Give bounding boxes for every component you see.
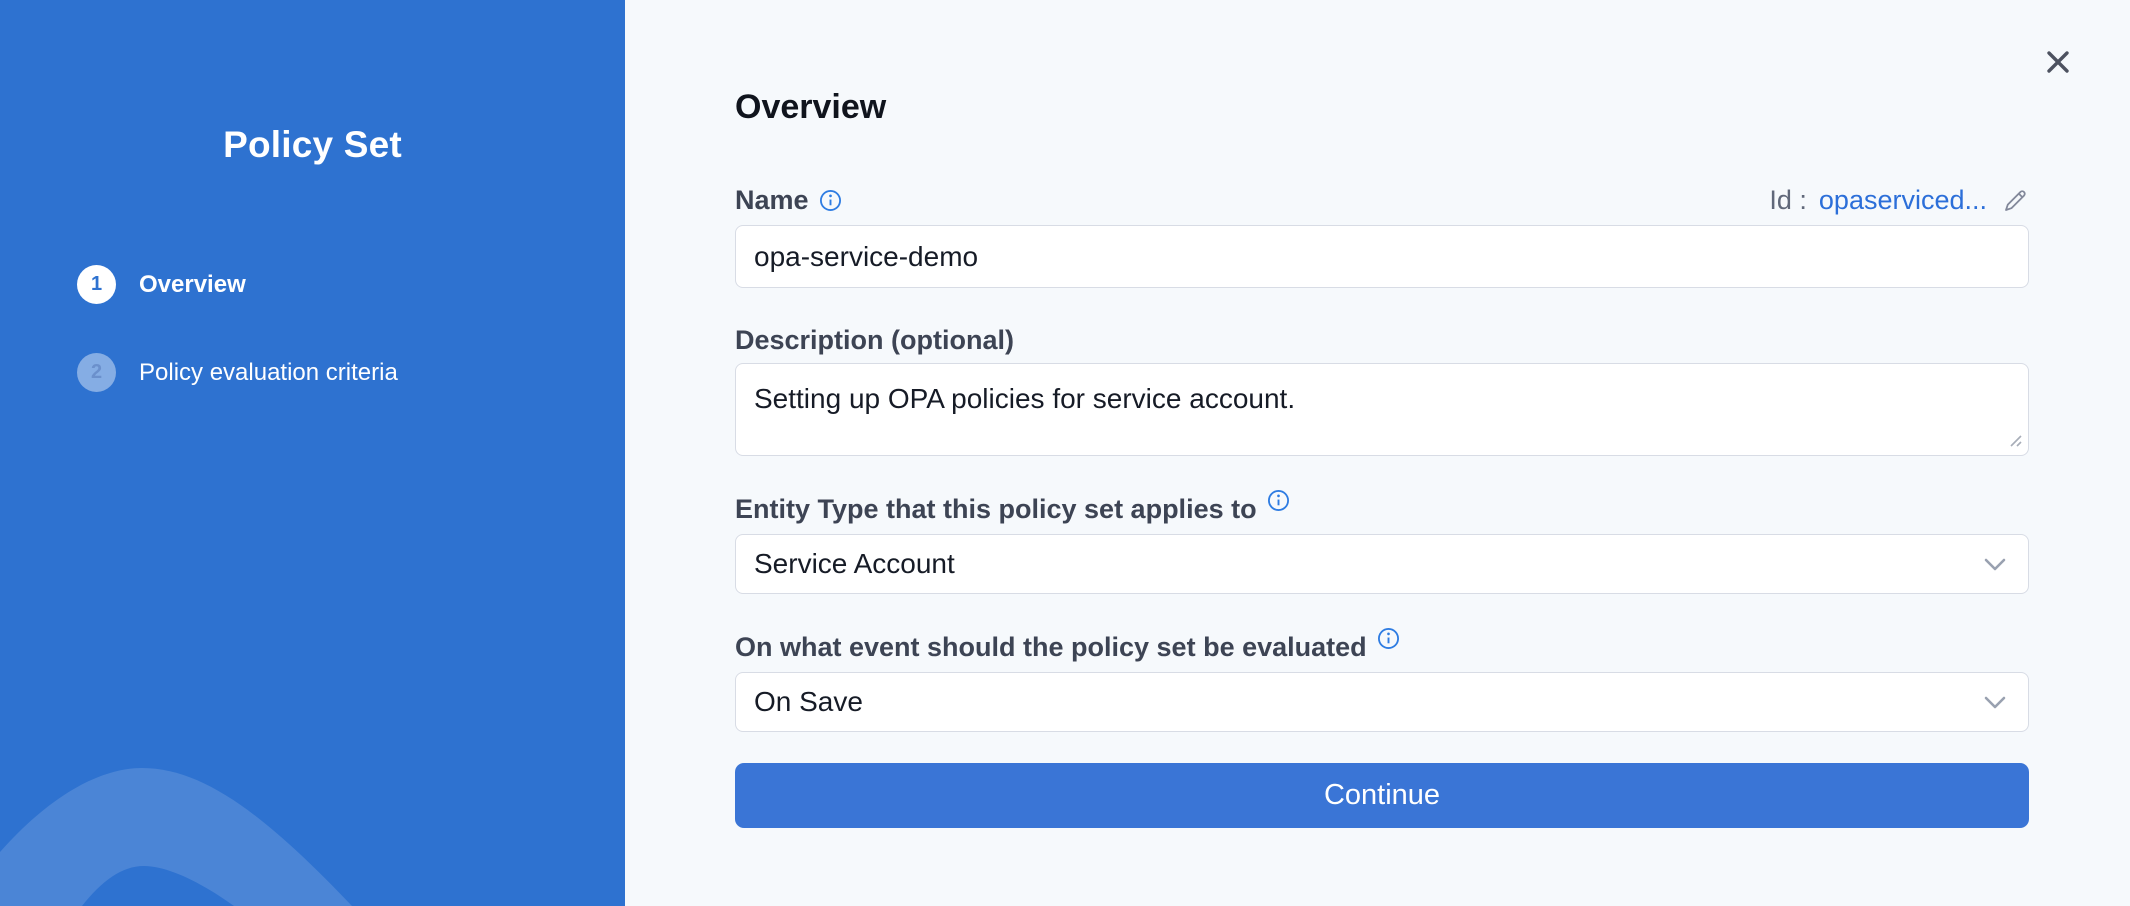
- close-icon: [2043, 47, 2073, 77]
- entity-type-select-value: Service Account: [754, 548, 955, 580]
- description-textarea[interactable]: Setting up OPA policies for service acco…: [735, 363, 2029, 456]
- step-label: Policy evaluation criteria: [139, 359, 398, 387]
- close-button[interactable]: [2043, 47, 2073, 77]
- id-prefix: Id :: [1769, 184, 1807, 217]
- description-label: Description (optional): [735, 324, 2029, 357]
- event-select-value: On Save: [754, 686, 863, 718]
- id-row: Id : opaserviced...: [1769, 184, 2029, 217]
- event-label: On what event should the policy set be e…: [735, 631, 2029, 664]
- step-overview[interactable]: 1 Overview: [77, 265, 398, 304]
- info-icon[interactable]: [819, 189, 842, 212]
- policy-set-form: Overview Name Id : opaserviced...: [735, 0, 2029, 828]
- name-label-row: Name Id : opaserviced...: [735, 184, 2029, 217]
- chevron-down-icon: [1984, 696, 2006, 709]
- step-number-badge: 1: [77, 265, 116, 304]
- step-policy-evaluation-criteria[interactable]: 2 Policy evaluation criteria: [77, 353, 398, 392]
- continue-button[interactable]: Continue: [735, 763, 2029, 828]
- chevron-down-icon: [1984, 558, 2006, 571]
- description-field: Setting up OPA policies for service acco…: [735, 363, 2029, 456]
- panel-title: Overview: [735, 0, 2029, 128]
- overview-panel: Overview Name Id : opaserviced...: [625, 0, 2130, 906]
- entity-type-select[interactable]: Service Account: [735, 534, 2029, 594]
- name-label: Name: [735, 184, 842, 217]
- edit-icon[interactable]: [2001, 187, 2029, 215]
- info-icon[interactable]: [1267, 489, 1290, 512]
- info-icon[interactable]: [1377, 627, 1400, 650]
- name-input[interactable]: [735, 225, 2029, 288]
- policy-set-dialog: { "colors": { "sidebar_blue": "#2e72d0",…: [0, 0, 2130, 906]
- step-label: Overview: [139, 271, 246, 299]
- sidebar: Policy Set 1 Overview 2 Policy evaluatio…: [0, 0, 625, 906]
- step-list: 1 Overview 2 Policy evaluation criteria: [77, 265, 398, 392]
- step-number-badge: 2: [77, 353, 116, 392]
- sidebar-title: Policy Set: [0, 124, 625, 166]
- id-value-link[interactable]: opaserviced...: [1819, 184, 1987, 217]
- event-select[interactable]: On Save: [735, 672, 2029, 732]
- entity-type-label: Entity Type that this policy set applies…: [735, 493, 2029, 526]
